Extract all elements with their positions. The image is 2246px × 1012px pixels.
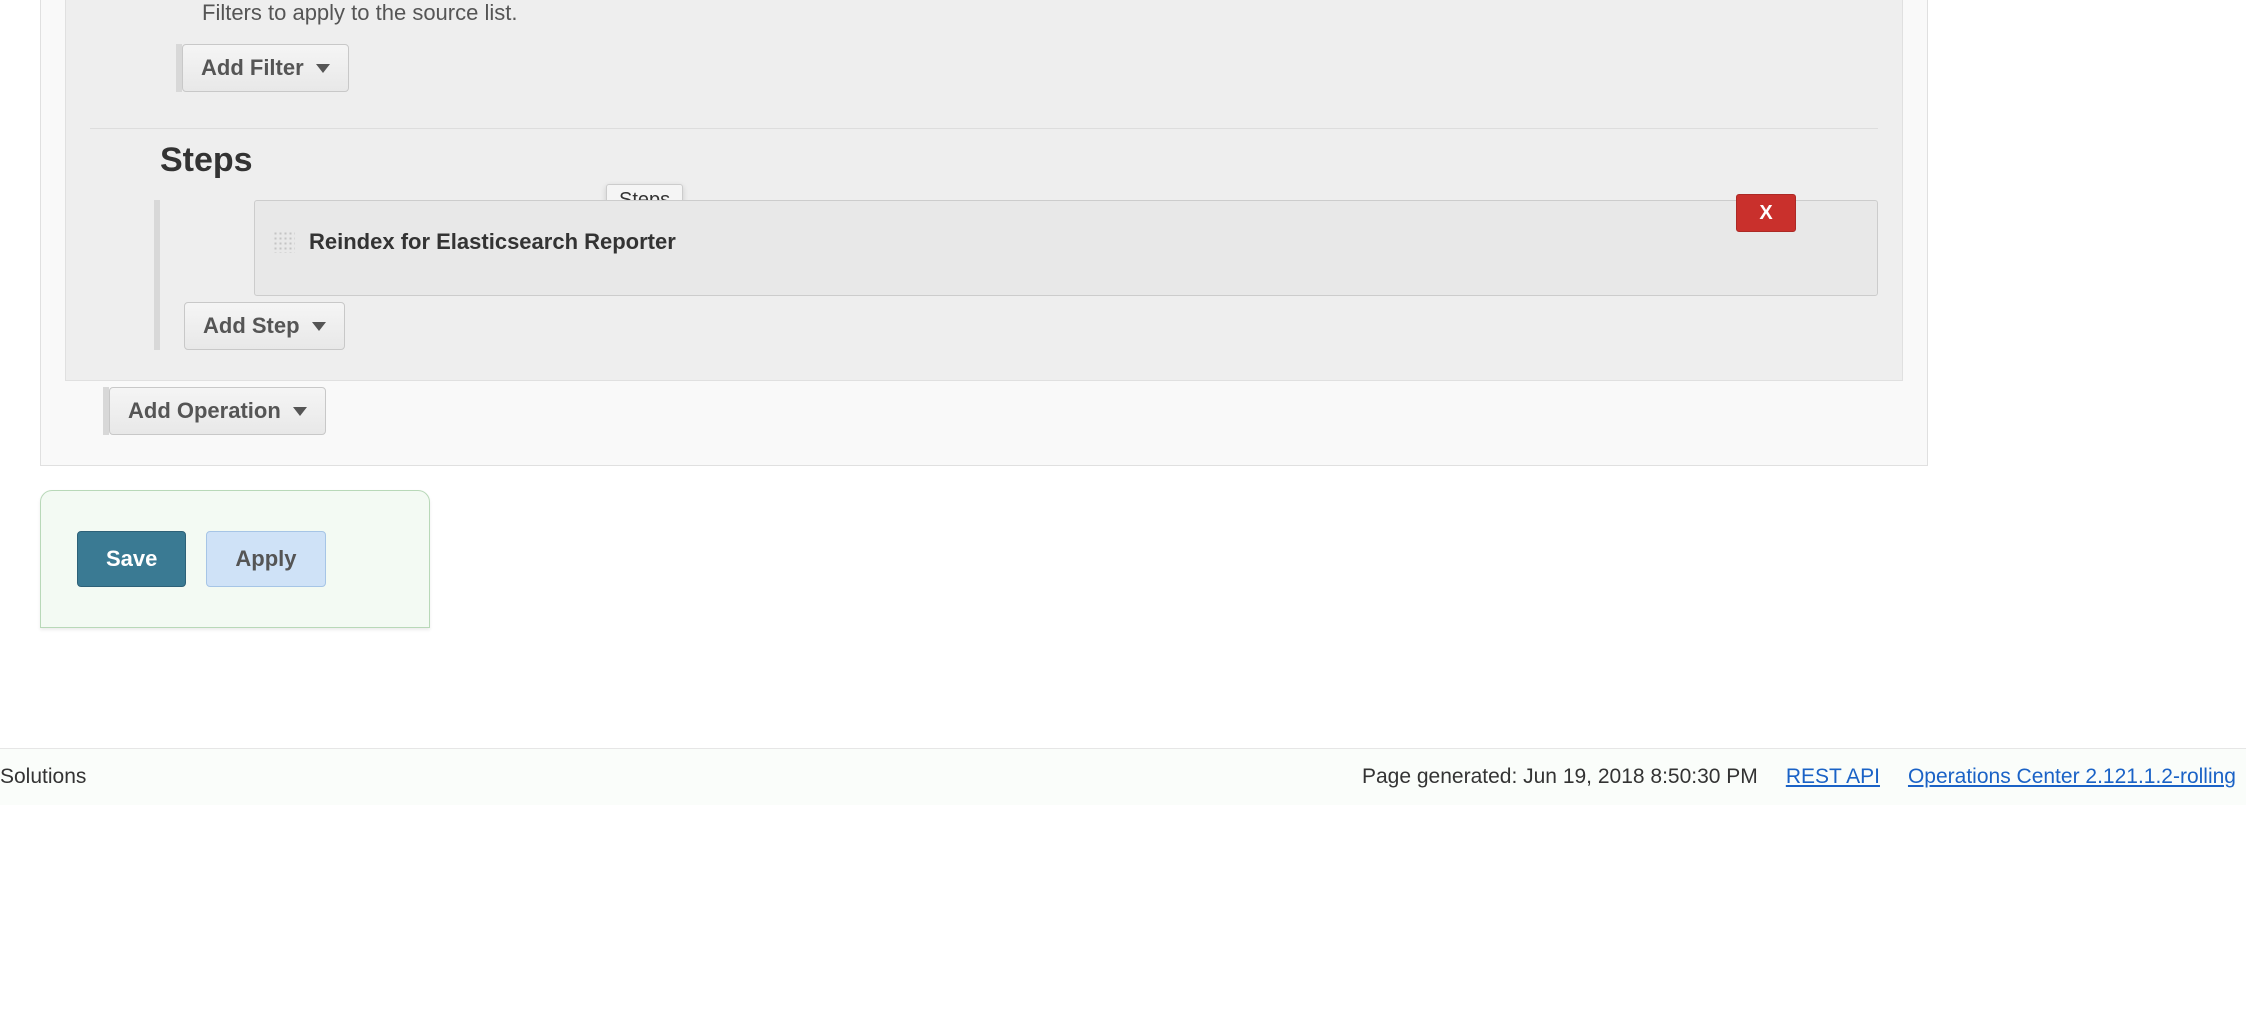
rest-api-link[interactable]: REST API [1786,765,1880,789]
section-divider [90,128,1878,129]
add-operation-button[interactable]: Add Operation [109,387,326,435]
step-item: Reindex for Elasticsearch Reporter [254,200,1878,296]
apply-label: Apply [235,546,296,571]
version-link[interactable]: Operations Center 2.121.1.2-rolling [1908,765,2236,789]
drag-handle-icon[interactable] [273,231,295,253]
save-button[interactable]: Save [77,531,186,587]
delete-step-label: X [1759,202,1772,225]
delete-step-button[interactable]: X [1736,194,1796,232]
save-label: Save [106,546,157,571]
add-step-label: Add Step [203,313,300,339]
footer-left-text: Solutions [0,765,86,789]
add-filter-button[interactable]: Add Filter [182,44,349,92]
filters-help-text: Filters to apply to the source list. [202,0,1902,26]
add-filter-label: Add Filter [201,55,304,81]
steps-heading: Steps [160,141,1902,180]
chevron-down-icon [312,322,326,331]
add-operation-label: Add Operation [128,398,281,424]
chevron-down-icon [316,64,330,73]
main-config-panel: Filters to apply to the source list. Add… [40,0,1928,466]
page-footer: Solutions Page generated: Jun 19, 2018 8… [0,748,2246,805]
footer-generated-text: Page generated: Jun 19, 2018 8:50:30 PM [1362,765,1758,789]
chevron-down-icon [293,407,307,416]
operation-section: Filters to apply to the source list. Add… [65,0,1903,381]
apply-button[interactable]: Apply [206,531,325,587]
actions-panel: Save Apply [40,490,430,628]
add-step-button[interactable]: Add Step [184,302,345,350]
step-title: Reindex for Elasticsearch Reporter [309,229,676,255]
